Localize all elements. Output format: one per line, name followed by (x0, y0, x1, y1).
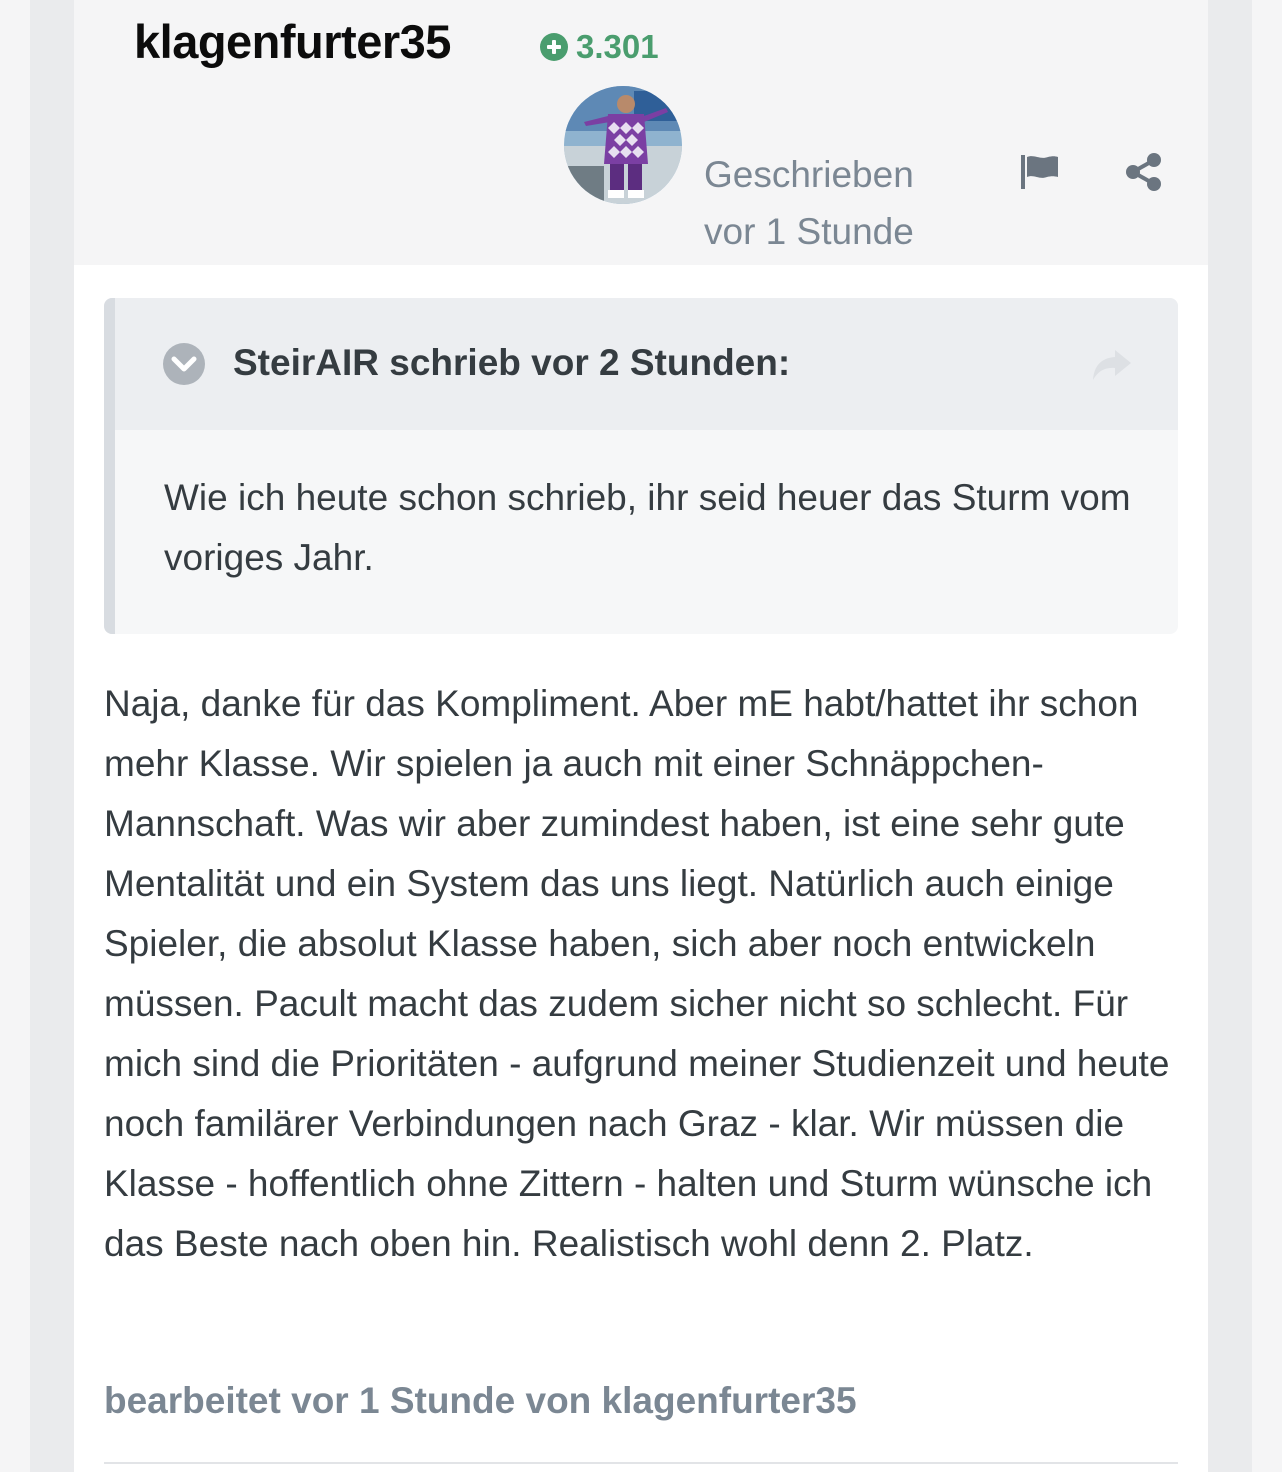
posted-time[interactable]: vor 1 Stunde (704, 203, 914, 260)
author-name[interactable]: klagenfurter35 (134, 14, 451, 69)
left-gutter (0, 0, 30, 1472)
quote-text: Wie ich heute schon schrieb, ihr seid he… (164, 477, 1131, 578)
quote-bar (104, 298, 115, 634)
quote-toggle-button[interactable] (163, 343, 205, 385)
divider (104, 1462, 1178, 1464)
post-header: klagenfurter35 3.301 Geschrieben vor 1 S… (74, 0, 1208, 265)
post-card: klagenfurter35 3.301 Geschrieben vor 1 S… (74, 0, 1208, 1472)
chevron-down-circle-icon (171, 356, 197, 372)
plus-circle-icon (540, 33, 568, 61)
post-content: Naja, danke für das Kompliment. Aber mE … (104, 674, 1178, 1274)
share-button[interactable] (1122, 150, 1166, 194)
right-gutter (1252, 0, 1282, 1472)
share-arrow-icon (1093, 350, 1131, 380)
quote-source-link[interactable] (1089, 346, 1133, 386)
post-timestamp: Geschrieben vor 1 Stunde (704, 146, 914, 260)
post-text: Naja, danke für das Kompliment. Aber mE … (104, 683, 1170, 1264)
avatar-image (564, 86, 682, 204)
flag-icon (1021, 155, 1058, 189)
quote-block: SteirAIR schrieb vor 2 Stunden: Wie ich … (104, 298, 1178, 634)
report-button[interactable] (1018, 150, 1062, 194)
reputation-value: 3.301 (576, 28, 659, 65)
avatar[interactable] (564, 86, 682, 204)
share-icon (1126, 153, 1161, 191)
quote-header: SteirAIR schrieb vor 2 Stunden: (115, 298, 1178, 430)
quote-title[interactable]: SteirAIR schrieb vor 2 Stunden: (233, 342, 790, 384)
posted-label: Geschrieben (704, 154, 914, 195)
reputation-badge[interactable]: 3.301 (540, 28, 659, 66)
edited-note: bearbeitet vor 1 Stunde von klagenfurter… (104, 1380, 857, 1421)
